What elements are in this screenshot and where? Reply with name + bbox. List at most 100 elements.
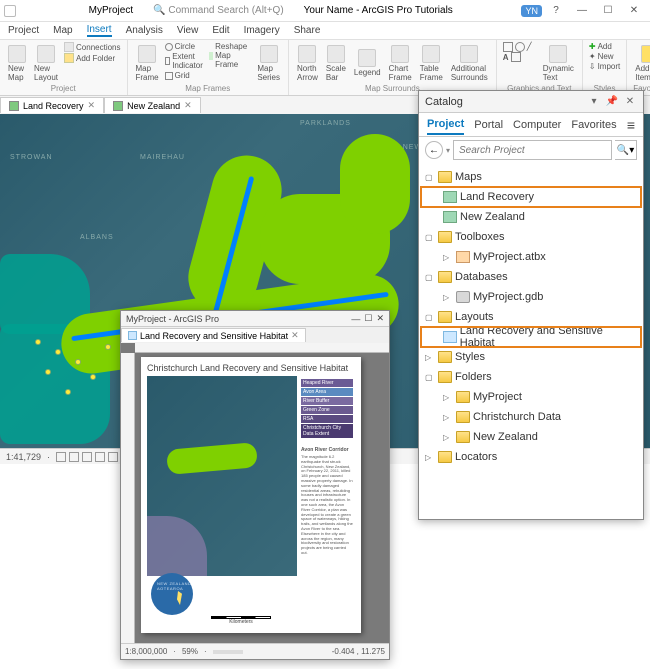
map-series-button[interactable]: Map Series bbox=[255, 42, 282, 84]
catalog-dropdown-icon[interactable]: ▾ bbox=[587, 95, 601, 109]
close-icon[interactable]: ✕ bbox=[291, 330, 299, 341]
line-tool[interactable]: ╱ bbox=[527, 42, 537, 52]
tree-toolboxes[interactable]: ▢Toolboxes bbox=[421, 227, 641, 247]
status-icon[interactable] bbox=[108, 452, 118, 462]
maximize-button[interactable]: ☐ bbox=[364, 313, 372, 324]
catalog-panel: Catalog ▾ 📌 ✕ Project Portal Computer Fa… bbox=[418, 90, 644, 520]
add-item-button[interactable]: Add Item bbox=[633, 42, 650, 84]
close-button[interactable]: ✕ bbox=[376, 313, 384, 324]
circle-tool[interactable] bbox=[515, 42, 525, 52]
tree-item-layout[interactable]: Land Recovery and Sensitive Habitat bbox=[421, 327, 641, 347]
menu-project[interactable]: Project bbox=[8, 25, 39, 36]
tree-item-folder-myproject[interactable]: ▷MyProject bbox=[421, 387, 641, 407]
catalog-tab-computer[interactable]: Computer bbox=[513, 116, 561, 134]
connections-button[interactable]: Connections bbox=[64, 42, 120, 52]
close-button[interactable]: ✕ bbox=[622, 2, 646, 20]
tree-item-atbx[interactable]: ▷MyProject.atbx bbox=[421, 247, 641, 267]
circle-button[interactable]: Circle bbox=[165, 42, 206, 51]
catalog-menu-icon[interactable]: ≡ bbox=[627, 117, 635, 133]
layout-scale[interactable]: 1:8,000,000 bbox=[125, 647, 167, 656]
catalog-title: Catalog bbox=[425, 96, 463, 108]
style-new-button[interactable]: ✦New bbox=[589, 52, 620, 61]
tab-new-zealand[interactable]: New Zealand✕ bbox=[104, 97, 201, 113]
close-icon[interactable]: ✕ bbox=[184, 100, 192, 111]
status-icon[interactable] bbox=[95, 452, 105, 462]
minimize-button[interactable]: — bbox=[570, 2, 594, 20]
legend-button[interactable]: Legend bbox=[352, 42, 383, 84]
tab-land-recovery[interactable]: Land Recovery✕ bbox=[0, 97, 104, 113]
grid-button[interactable]: Grid bbox=[165, 71, 206, 80]
search-button[interactable]: 🔍▾ bbox=[615, 140, 637, 160]
dynamic-text-button[interactable]: Dynamic Text bbox=[541, 42, 576, 84]
table-frame-button[interactable]: Table Frame bbox=[418, 42, 445, 84]
status-icon[interactable] bbox=[82, 452, 92, 462]
image-tool[interactable] bbox=[511, 52, 521, 62]
help-button[interactable]: ? bbox=[544, 2, 568, 20]
map-icon bbox=[443, 191, 457, 203]
tree-maps[interactable]: ▢Maps bbox=[421, 167, 641, 187]
menu-insert[interactable]: Insert bbox=[87, 24, 112, 37]
layout-page[interactable]: Christchurch Land Recovery and Sensitive… bbox=[141, 357, 361, 633]
menu-imagery[interactable]: Imagery bbox=[244, 25, 280, 36]
tree-folders[interactable]: ▢Folders bbox=[421, 367, 641, 387]
catalog-close-icon[interactable]: ✕ bbox=[623, 95, 637, 109]
menu-analysis[interactable]: Analysis bbox=[126, 25, 163, 36]
menu-share[interactable]: Share bbox=[294, 25, 321, 36]
menu-view[interactable]: View bbox=[177, 25, 199, 36]
inset-map[interactable]: NEW ZEALAND AOTEAROA bbox=[151, 573, 193, 615]
menu-bar: Project Map Insert Analysis View Edit Im… bbox=[0, 22, 650, 40]
extent-button[interactable]: Extent Indicator bbox=[165, 52, 206, 70]
folder-icon bbox=[438, 311, 452, 323]
reshape-button[interactable]: Reshape Map Frame bbox=[209, 42, 251, 69]
tree-styles[interactable]: ▷Styles bbox=[421, 347, 641, 367]
additional-surrounds-button[interactable]: Additional Surrounds bbox=[449, 42, 490, 84]
layout-coords: -0.404 , 11.275 bbox=[332, 647, 385, 656]
tree-layouts[interactable]: ▢Layouts bbox=[421, 307, 641, 327]
tree-databases[interactable]: ▢Databases bbox=[421, 267, 641, 287]
folder-icon bbox=[438, 451, 452, 463]
close-icon[interactable]: ✕ bbox=[88, 100, 96, 111]
zoom-slider[interactable] bbox=[213, 650, 243, 654]
layout-tab[interactable]: Land Recovery and Sensitive Habitat✕ bbox=[121, 328, 306, 342]
minimize-button[interactable]: — bbox=[351, 314, 360, 324]
catalog-tab-favorites[interactable]: Favorites bbox=[571, 116, 616, 134]
chart-frame-button[interactable]: Chart Frame bbox=[387, 42, 414, 84]
north-arrow-button[interactable]: North Arrow bbox=[295, 42, 320, 84]
new-map-button[interactable]: New Map bbox=[6, 42, 28, 84]
layout-canvas[interactable]: Christchurch Land Recovery and Sensitive… bbox=[121, 343, 389, 643]
add-folder-button[interactable]: Add Folder bbox=[64, 53, 120, 63]
tree-locators[interactable]: ▷Locators bbox=[421, 447, 641, 467]
text-tool[interactable]: A bbox=[503, 53, 509, 62]
tree-item-land-recovery[interactable]: Land Recovery bbox=[421, 187, 641, 207]
map-scale[interactable]: 1:41,729 bbox=[6, 452, 41, 462]
status-icon[interactable] bbox=[56, 452, 66, 462]
catalog-tab-portal[interactable]: Portal bbox=[474, 116, 503, 134]
ribbon-group-project-label: Project bbox=[6, 84, 121, 93]
tree-item-gdb[interactable]: ▷MyProject.gdb bbox=[421, 287, 641, 307]
user-avatar[interactable]: YN bbox=[521, 5, 542, 17]
back-button[interactable]: ← bbox=[425, 141, 443, 159]
maximize-button[interactable]: ☐ bbox=[596, 2, 620, 20]
autosave-icon bbox=[4, 5, 16, 17]
layout-zoom[interactable]: 59% bbox=[182, 647, 198, 656]
catalog-pin-icon[interactable]: 📌 bbox=[605, 95, 619, 109]
style-import-button[interactable]: ⇩Import bbox=[589, 62, 620, 71]
search-input[interactable] bbox=[453, 140, 612, 160]
layout-map-frame[interactable] bbox=[147, 376, 297, 576]
command-search[interactable]: 🔍 Command Search (Alt+Q) bbox=[153, 5, 284, 16]
tree-item-new-zealand[interactable]: New Zealand bbox=[421, 207, 641, 227]
menu-edit[interactable]: Edit bbox=[212, 25, 229, 36]
layout-legend: Heaped River Avon Area River Buffer Gree… bbox=[301, 379, 353, 439]
map-frame-button[interactable]: Map Frame bbox=[134, 42, 161, 84]
new-layout-button[interactable]: New Layout bbox=[32, 42, 60, 84]
title-bar: MyProject 🔍 Command Search (Alt+Q) Your … bbox=[0, 0, 650, 22]
catalog-tab-project[interactable]: Project bbox=[427, 115, 464, 135]
scale-bar-button[interactable]: Scale Bar bbox=[324, 42, 348, 84]
menu-map[interactable]: Map bbox=[53, 25, 72, 36]
tree-item-folder-christchurch[interactable]: ▷Christchurch Data bbox=[421, 407, 641, 427]
tree-item-folder-nz[interactable]: ▷New Zealand bbox=[421, 427, 641, 447]
style-add-button[interactable]: ✚Add bbox=[589, 42, 620, 51]
rect-tool[interactable] bbox=[503, 42, 513, 52]
history-dropdown[interactable]: ▾ bbox=[446, 146, 450, 155]
status-icon[interactable] bbox=[69, 452, 79, 462]
